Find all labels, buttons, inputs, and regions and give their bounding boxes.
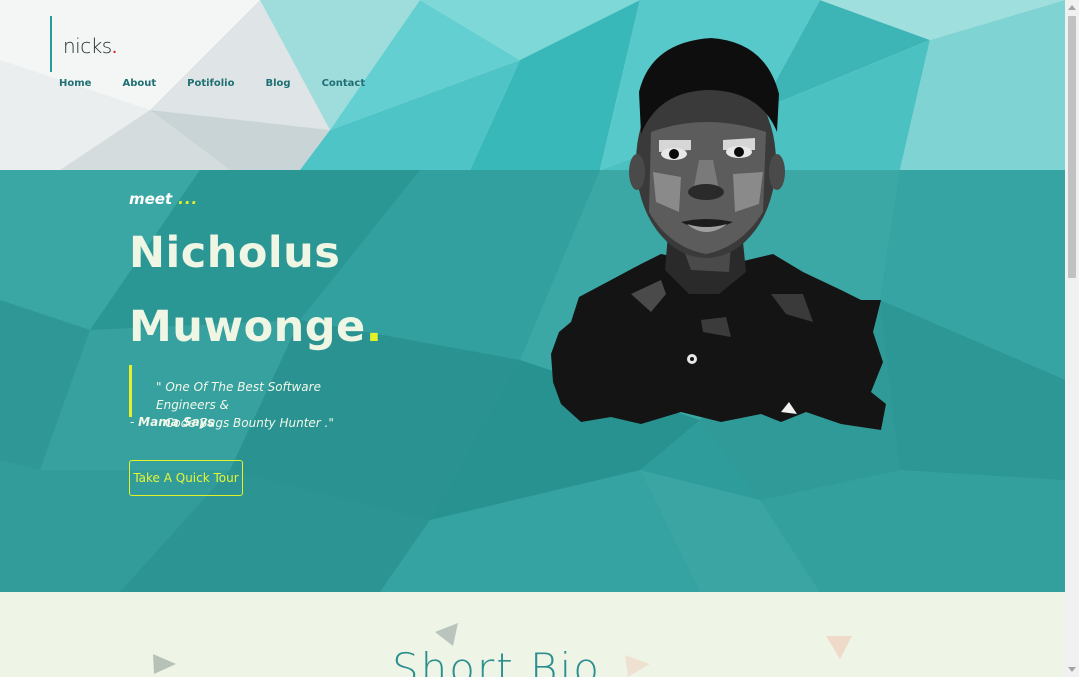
nav-about[interactable]: About bbox=[122, 78, 156, 89]
quote-line-1: " One Of The Best Software Engineers & bbox=[156, 380, 321, 412]
section-title: Short Bio bbox=[392, 644, 601, 677]
attribution-author: Mama Says bbox=[138, 415, 215, 429]
scroll-down-icon[interactable] bbox=[1068, 667, 1076, 672]
nav-home[interactable]: Home bbox=[59, 78, 91, 89]
hero-first-name: Nicholus bbox=[129, 228, 341, 278]
nav-blog[interactable]: Blog bbox=[265, 78, 290, 89]
quote-attribution: - Mama Says bbox=[130, 415, 214, 429]
main-nav: Home About Potifolio Blog Contact bbox=[59, 78, 396, 89]
attribution-prefix: - bbox=[130, 415, 139, 429]
meet-dots: ... bbox=[178, 190, 199, 208]
scrollbar-thumb[interactable] bbox=[1068, 16, 1076, 278]
hero-name-dot: . bbox=[365, 302, 383, 352]
brand-logo[interactable]: nicks. bbox=[50, 16, 117, 72]
hero-section: nicks. Home About Potifolio Blog Contact… bbox=[0, 0, 1065, 592]
hero-last-name: Muwonge bbox=[129, 302, 366, 352]
quote-accent-bar bbox=[129, 365, 132, 417]
meet-label: meet... bbox=[129, 190, 198, 208]
brand-dot: . bbox=[111, 36, 118, 58]
profile-photo bbox=[551, 38, 886, 430]
brand-name: nicks bbox=[63, 34, 112, 58]
nav-portfolio[interactable]: Potifolio bbox=[187, 78, 234, 89]
scroll-up-icon[interactable] bbox=[1068, 5, 1076, 10]
page-scrollbar[interactable] bbox=[1065, 0, 1079, 677]
meet-text: meet bbox=[129, 190, 173, 208]
hero-last-name-line: Muwonge. bbox=[129, 302, 383, 352]
quick-tour-button[interactable]: Take A Quick Tour bbox=[129, 460, 243, 496]
short-bio-section: Short Bio bbox=[0, 592, 1065, 677]
nav-contact[interactable]: Contact bbox=[322, 78, 366, 89]
